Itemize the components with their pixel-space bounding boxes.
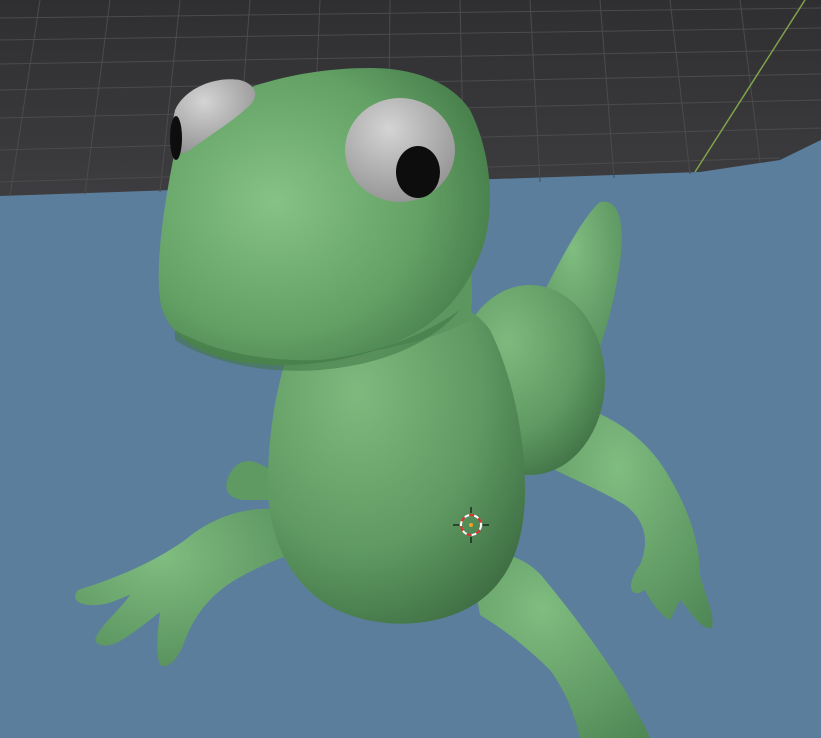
right-eye — [345, 98, 455, 202]
3d-viewport[interactable] — [0, 0, 821, 738]
viewport-canvas[interactable] — [0, 0, 821, 738]
